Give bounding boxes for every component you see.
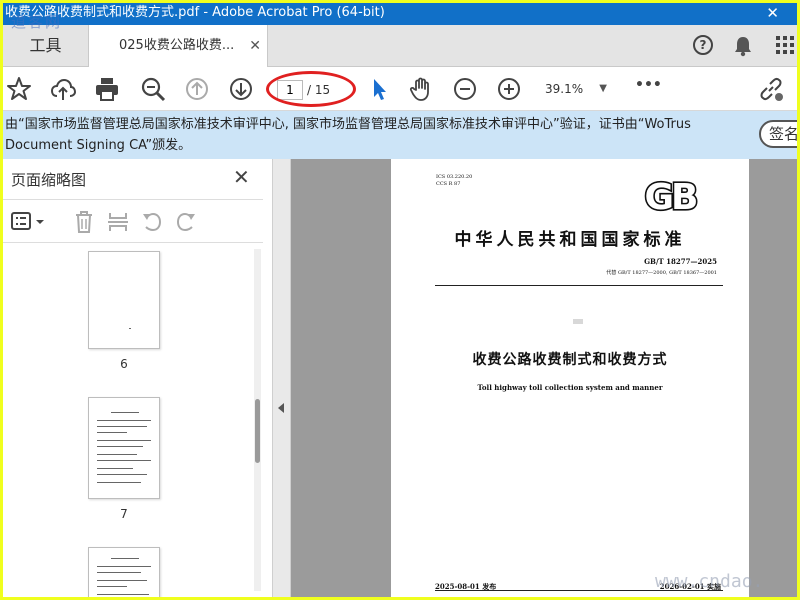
- zoom-search-icon[interactable]: [139, 75, 167, 103]
- pdf-page: ICS 03.220.20 CCS R 87 GB GB 中华人民共和国国家标准…: [391, 159, 749, 597]
- acrobat-window: 收费公路收费制式和收费方式.pdf - Adobe Acrobat Pro (6…: [3, 3, 797, 597]
- zoom-level-select[interactable]: 39.1% ▼: [539, 78, 611, 100]
- standard-code: GB/T 18277—2025: [644, 257, 717, 266]
- arrow-down-icon[interactable]: [227, 75, 255, 103]
- page-thumbnails-panel: 页面缩略图 ✕ 6 7: [3, 159, 273, 597]
- thumbnail-list: 6 7: [3, 245, 261, 597]
- collapse-arrow-icon[interactable]: [278, 403, 284, 413]
- link-icon[interactable]: [757, 75, 785, 103]
- main-toolbar: / 15 39.1% ▼ •••: [3, 67, 797, 111]
- help-icon[interactable]: ?: [693, 35, 713, 55]
- thumbnail-label: 6: [120, 357, 128, 371]
- tab-document[interactable]: 025收费公路收费... ✕: [88, 25, 268, 68]
- signature-banner: 由“国家市场监督管理总局国家标准技术审评中心, 国家市场监督管理总局国家标准技术…: [3, 111, 797, 159]
- trash-icon[interactable]: [73, 210, 95, 238]
- watermark-logo: 道客网: [11, 13, 63, 31]
- tab-close-icon[interactable]: ✕: [249, 25, 261, 67]
- scrollbar-thumb[interactable]: [255, 399, 260, 463]
- signature-text-line2: Document Signing CA”颁发。: [5, 138, 192, 153]
- arrow-up-icon[interactable]: [183, 75, 211, 103]
- star-icon[interactable]: [5, 75, 33, 103]
- panel-title: 页面缩略图: [11, 171, 87, 189]
- thumbnail-label: 7: [120, 507, 128, 521]
- doc-ccs: CCS R 87: [436, 181, 461, 187]
- thumbnail-page-6[interactable]: [88, 251, 160, 349]
- hand-icon[interactable]: [407, 75, 435, 103]
- panel-close-icon[interactable]: ✕: [233, 165, 250, 189]
- thumbnail-page-7[interactable]: [88, 397, 160, 499]
- title-bar: 收费公路收费制式和收费方式.pdf - Adobe Acrobat Pro (6…: [3, 3, 797, 25]
- watermark-site: www.cndao.: [655, 571, 764, 592]
- thumbnail-page-8[interactable]: [88, 547, 160, 597]
- signature-text-line1: 由“国家市场监督管理总局国家标准技术审评中心, 国家市场监督管理总局国家标准技术…: [5, 117, 691, 132]
- rotate-left-icon[interactable]: [141, 210, 163, 238]
- bell-icon[interactable]: [733, 35, 753, 61]
- rotate-right-icon[interactable]: [175, 210, 197, 238]
- tab-document-label: 025收费公路收费...: [119, 38, 235, 53]
- chevron-down-icon: ▼: [599, 83, 607, 94]
- thumbnail-options-icon[interactable]: [11, 211, 47, 237]
- document-title-cn: 收费公路收费制式和收费方式: [472, 352, 668, 368]
- doc-classification: ICS 03.220.20 CCS R 87: [436, 174, 472, 188]
- print-icon[interactable]: [93, 75, 121, 103]
- signature-panel-button[interactable]: 签名: [759, 120, 797, 148]
- zoom-in-icon[interactable]: [495, 75, 523, 103]
- window-close-button[interactable]: ✕: [766, 3, 779, 23]
- document-title-en: Toll highway toll collection system and …: [477, 383, 663, 392]
- zoom-out-icon[interactable]: [451, 75, 479, 103]
- apps-grid-icon[interactable]: [775, 35, 795, 59]
- more-options-button[interactable]: •••: [635, 77, 663, 105]
- panel-toolbar: [3, 199, 263, 243]
- zoom-level-value: 39.1%: [545, 82, 584, 96]
- extract-page-icon[interactable]: [107, 210, 129, 238]
- pointer-icon[interactable]: [365, 75, 393, 103]
- document-viewer[interactable]: ICS 03.220.20 CCS R 87 GB GB 中华人民共和国国家标准…: [291, 159, 797, 597]
- header-rule: [435, 285, 723, 286]
- small-mark: [573, 319, 583, 324]
- annotation-ellipse: [266, 71, 356, 107]
- replaces-text: 代替 GB/T 18277—2000, GB/T 18367—2001: [606, 270, 717, 276]
- tab-bar: 工具 025收费公路收费... ✕ ?: [3, 25, 797, 68]
- svg-text:GB: GB: [645, 177, 697, 215]
- panel-collapse-strip[interactable]: [273, 159, 291, 597]
- upload-cloud-icon[interactable]: [49, 75, 77, 103]
- doc-ics: ICS 03.220.20: [436, 174, 473, 180]
- thumbnail-scrollbar[interactable]: [254, 249, 261, 591]
- national-standard-title: 中华人民共和国国家标准: [454, 230, 686, 250]
- gb-logo: GB GB: [635, 175, 705, 219]
